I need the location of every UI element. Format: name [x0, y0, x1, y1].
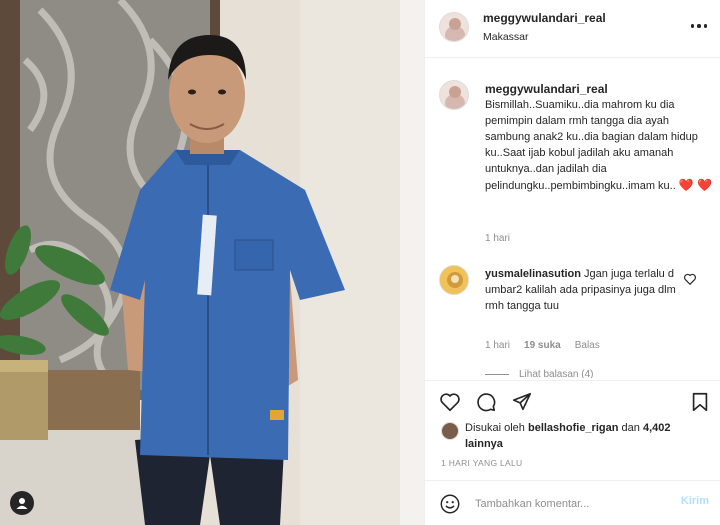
liker-avatar[interactable]: [441, 422, 459, 440]
comment-icon[interactable]: [475, 391, 497, 413]
view-replies-label[interactable]: Lihat balasan (4): [519, 369, 594, 378]
post-photo[interactable]: [0, 0, 424, 525]
author-avatar[interactable]: [439, 12, 469, 42]
caption-body: Bismillah..Suamiku..dia mahrom ku dia pe…: [485, 99, 698, 192]
author-username[interactable]: meggywulandari_real: [483, 11, 606, 25]
post-comment-button[interactable]: Kirim: [681, 495, 709, 507]
reply-button[interactable]: Balas: [575, 340, 600, 351]
post-date[interactable]: 1 HARI YANG LALU: [441, 458, 523, 468]
share-icon[interactable]: [511, 391, 533, 413]
heart-emoji: ❤️ ❤️: [678, 178, 713, 192]
post-panel: meggywulandari_real Makassar meggywuland…: [424, 0, 720, 525]
comments-section: meggywulandari_real Bismillah..Suamiku..…: [425, 58, 720, 378]
caption-text: Bismillah..Suamiku..dia mahrom ku dia pe…: [485, 97, 713, 194]
emoji-icon[interactable]: [439, 493, 461, 515]
comment-meta: 1 hari 19 suka Balas: [485, 340, 600, 351]
more-options-icon[interactable]: [689, 20, 709, 32]
liker-username[interactable]: bellashofie_rigan: [528, 422, 618, 434]
action-bar: [425, 380, 720, 420]
heart-icon[interactable]: [439, 391, 461, 413]
commenter-username[interactable]: yusmalelinasution: [485, 268, 581, 280]
post-header: meggywulandari_real Makassar: [425, 0, 720, 58]
caption-author-avatar[interactable]: [439, 80, 469, 110]
comment-input[interactable]: [475, 494, 665, 514]
comment-likes[interactable]: 19 suka: [524, 340, 561, 351]
view-replies[interactable]: Lihat balasan (4): [485, 369, 594, 378]
comment-text: yusmalelinasution Jgan juga terlalu d um…: [485, 266, 695, 314]
user-tag-icon[interactable]: [10, 491, 34, 515]
caption-username[interactable]: meggywulandari_real: [485, 82, 608, 96]
add-comment-bar: Kirim: [425, 480, 720, 525]
liked-by-prefix: Disukai oleh: [465, 422, 525, 434]
comment-like-icon[interactable]: [683, 272, 697, 286]
photo-illustration: [0, 0, 424, 525]
post-location[interactable]: Makassar: [483, 31, 529, 43]
caption-time[interactable]: 1 hari: [485, 233, 510, 244]
commenter-avatar[interactable]: [439, 265, 469, 295]
liked-by-conjunction: dan: [621, 422, 640, 434]
liked-by-text: Disukai oleh bellashofie_rigan dan 4,402…: [465, 420, 705, 452]
replies-divider: [485, 374, 509, 375]
comment-time[interactable]: 1 hari: [485, 340, 510, 351]
bookmark-icon[interactable]: [689, 391, 711, 413]
